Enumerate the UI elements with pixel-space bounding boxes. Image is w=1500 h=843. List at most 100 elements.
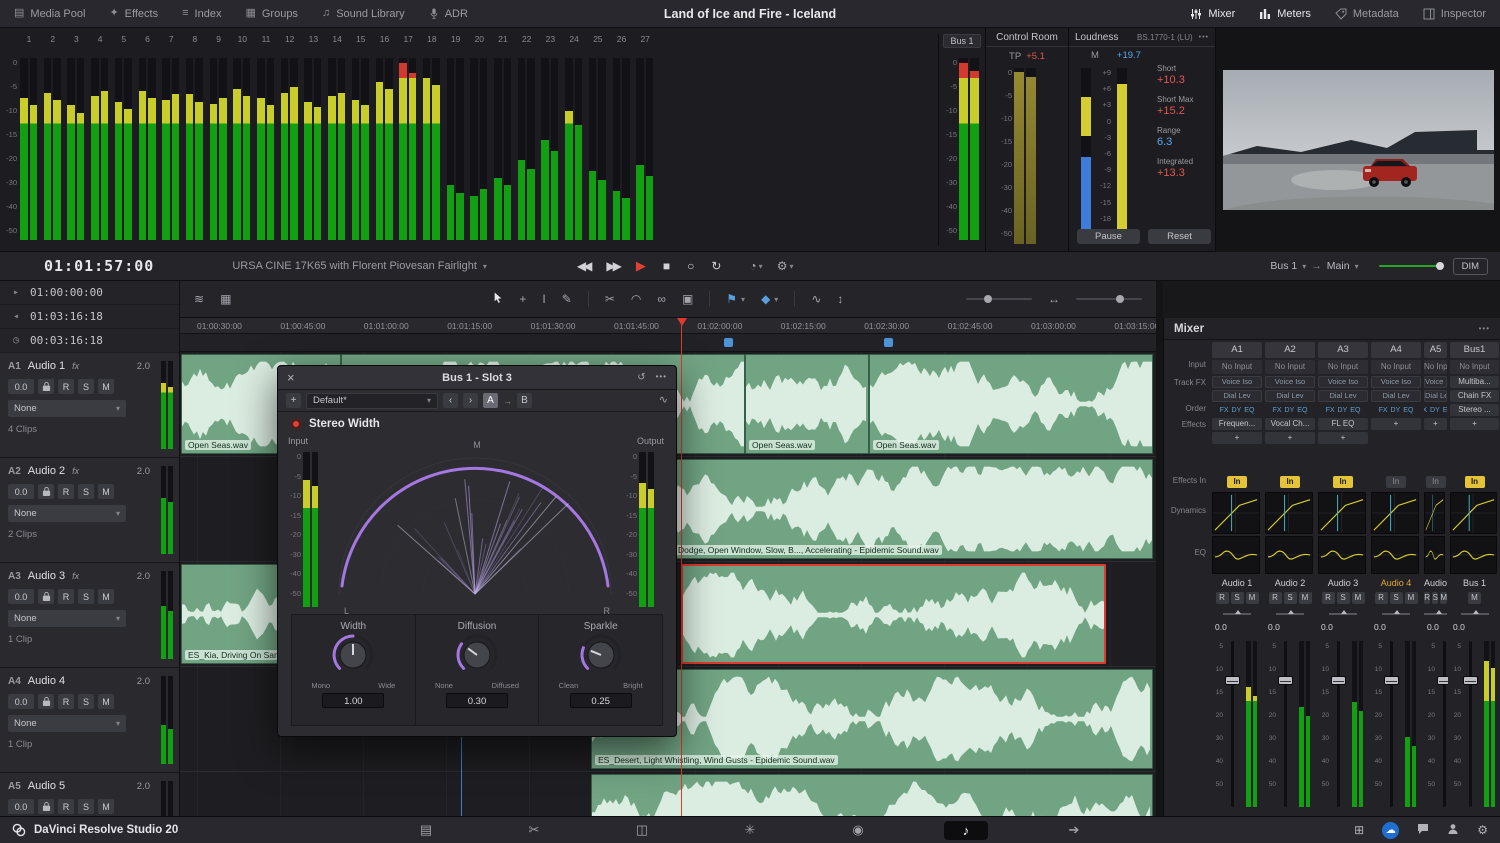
knob-value-field[interactable]: 1.00 — [322, 693, 384, 708]
input-selector[interactable]: No Input — [1265, 360, 1315, 374]
track-header-A1[interactable]: A1Audio 1fx2.00.0RSMNone▾4 Clips — [0, 353, 180, 458]
cut-page-icon[interactable]: ✂ — [512, 822, 556, 838]
track-header-A5[interactable]: A5Audio 52.00.0RSMNone▾ — [0, 773, 180, 816]
eq-graph[interactable] — [1318, 536, 1368, 579]
width-knob[interactable] — [330, 632, 376, 683]
preset-dropdown[interactable]: Default*▾ — [306, 393, 438, 409]
automation-icon[interactable]: ◔▾ — [749, 260, 762, 272]
record-arm-button[interactable]: R — [58, 379, 74, 394]
user-icon[interactable] — [1447, 823, 1459, 838]
record-arm-button[interactable]: R — [58, 484, 74, 499]
mute-button[interactable]: M — [98, 484, 114, 499]
audio-clip[interactable] — [591, 774, 1153, 816]
flag-icon[interactable]: ⚑ — [726, 292, 737, 306]
fader-handle[interactable] — [1331, 676, 1346, 685]
strip-select-A5[interactable]: A5 — [1424, 342, 1447, 358]
bus-assign-dropdown[interactable]: None▾ — [8, 400, 126, 417]
processing-order[interactable]: FXDYEQ — [1212, 404, 1262, 416]
record-arm-button[interactable]: R — [1269, 592, 1282, 604]
effects-in-toggle[interactable]: In — [1333, 476, 1353, 488]
track-fx-chip[interactable]: Voice Iso — [1318, 376, 1368, 388]
plugin-window[interactable]: × Bus 1 - Slot 3 ↺ ••• + Default*▾ ‹ › A… — [277, 365, 677, 737]
pause-button[interactable]: Pause — [1077, 229, 1140, 244]
effects-in-toggle[interactable]: In — [1465, 476, 1485, 488]
stop-icon[interactable]: ■ — [663, 259, 670, 273]
fusion-page-icon[interactable]: ✳ — [728, 822, 772, 838]
gain-field[interactable]: 0.0 — [8, 379, 34, 394]
timeline-selector[interactable]: URSA CINE 17K65 with Florent Piovesan Fa… — [232, 260, 487, 272]
gain-field[interactable]: 0.0 — [8, 589, 34, 604]
strip-select-A3[interactable]: A3 — [1318, 342, 1368, 358]
fader-track[interactable] — [1469, 641, 1472, 807]
track-fx-chip[interactable]: Voice Iso — [1424, 376, 1447, 388]
dynamics-graph[interactable] — [1371, 492, 1421, 539]
input-selector[interactable]: No Input — [1371, 360, 1421, 374]
dynamics-graph[interactable] — [1450, 492, 1499, 539]
add-effect-button[interactable]: + — [1450, 418, 1499, 430]
bypass-icon[interactable]: ∿ — [659, 395, 668, 406]
add-effect-button[interactable]: + — [1265, 432, 1315, 444]
input-selector[interactable]: No Input — [1424, 360, 1447, 374]
fader-handle[interactable] — [1225, 676, 1240, 685]
input-selector[interactable]: No Input — [1318, 360, 1368, 374]
processing-order[interactable]: FXDYEQ — [1371, 404, 1421, 416]
trim-tool-icon[interactable]: + — [519, 292, 526, 306]
lock-button[interactable] — [38, 589, 54, 604]
toolbar-item-meters[interactable]: Meters — [1259, 8, 1311, 20]
record-arm-button[interactable]: R — [1424, 592, 1430, 604]
gain-field[interactable]: 0.0 — [8, 484, 34, 499]
audio-clip[interactable] — [681, 564, 1106, 664]
loop-icon[interactable]: ↻ — [711, 259, 721, 273]
effect-slot[interactable]: Multiba... — [1450, 376, 1499, 388]
toolbar-item-inspector[interactable]: Inspector — [1423, 8, 1486, 20]
audio-clip[interactable]: Open Seas.wav — [745, 354, 869, 454]
toolbar-item-media-pool[interactable]: ▤Media Pool — [14, 8, 85, 20]
prev-preset-button[interactable]: ‹ — [443, 393, 458, 408]
strip-select-A2[interactable]: A2 — [1265, 342, 1315, 358]
sparkle-knob[interactable] — [578, 632, 624, 683]
snapshot-icon[interactable]: ▣ — [682, 292, 693, 306]
fairlight-page-icon[interactable]: ♪ — [944, 821, 988, 840]
effects-in-toggle[interactable]: In — [1426, 476, 1446, 488]
toolbar-item-adr[interactable]: ADR — [429, 7, 468, 20]
monitor-volume-slider[interactable] — [1379, 265, 1443, 267]
track-fx-chip[interactable]: Dial Lev — [1318, 390, 1368, 402]
track-fx-chip[interactable]: Dial Lev — [1265, 390, 1315, 402]
track-fx-chip[interactable]: Dial Lev — [1212, 390, 1262, 402]
fader-handle[interactable] — [1384, 676, 1399, 685]
track-fx-chip[interactable]: Voice Iso — [1265, 376, 1315, 388]
pan-control[interactable] — [1450, 608, 1499, 620]
add-effect-button[interactable]: + — [1424, 418, 1447, 430]
fader-track[interactable] — [1443, 641, 1446, 807]
h-zoom-icon[interactable]: ↔ — [1048, 292, 1060, 306]
plugin-power-toggle[interactable] — [291, 419, 301, 429]
link-icon[interactable]: ∞ — [657, 292, 666, 306]
add-effect-button[interactable]: + — [1371, 418, 1421, 430]
zoom-slider-handle[interactable] — [1116, 295, 1124, 303]
mute-button[interactable]: M — [1352, 592, 1365, 604]
duration-field[interactable]: ◷00:03:16:18 — [0, 329, 179, 353]
track-lane-A5[interactable] — [180, 772, 1156, 816]
lock-button[interactable] — [38, 799, 54, 814]
pan-control[interactable] — [1371, 608, 1421, 620]
fader-track[interactable] — [1231, 641, 1234, 807]
solo-button[interactable]: S — [1231, 592, 1244, 604]
chat-icon[interactable] — [1417, 823, 1429, 838]
cursor-tool-icon[interactable] — [493, 291, 503, 307]
ab-compare-b-button[interactable]: B — [517, 393, 532, 408]
playhead-handle[interactable] — [677, 318, 687, 326]
record-arm-button[interactable]: R — [58, 694, 74, 709]
solo-button[interactable]: S — [1432, 592, 1438, 604]
loudness-menu-icon[interactable]: ••• — [1199, 34, 1209, 41]
solo-button[interactable]: S — [78, 799, 94, 814]
knob-value-field[interactable]: 0.25 — [570, 693, 632, 708]
solo-button[interactable]: S — [1284, 592, 1297, 604]
toolbar-item-groups[interactable]: ▦Groups — [245, 8, 297, 20]
audio-clip[interactable]: Open Seas.wav — [869, 354, 1153, 454]
playhead[interactable] — [681, 318, 682, 816]
toolbar-item-effects[interactable]: ✦Effects — [109, 8, 158, 20]
lock-button[interactable] — [38, 484, 54, 499]
pan-control[interactable] — [1265, 608, 1315, 620]
vertical-zoom-icon[interactable]: ↕ — [837, 292, 843, 306]
record-icon[interactable]: ○ — [687, 259, 694, 273]
